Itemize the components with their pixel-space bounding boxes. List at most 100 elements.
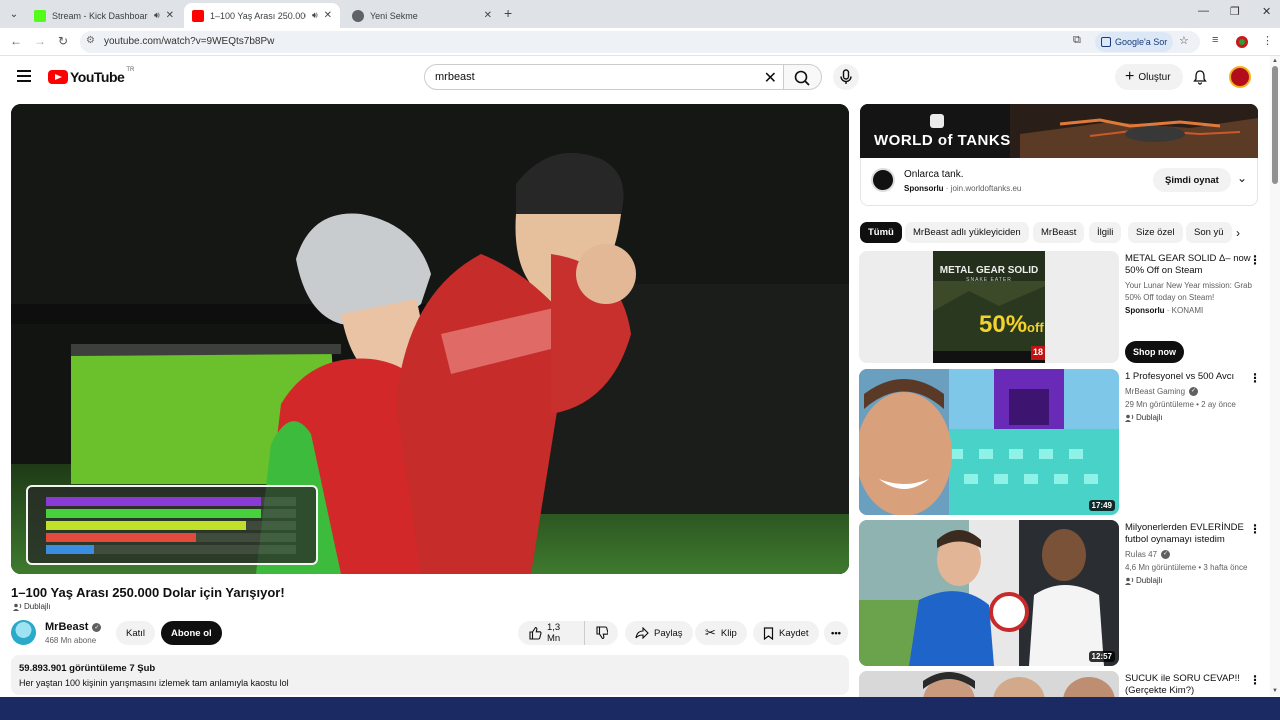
minimize-icon[interactable]: — bbox=[1198, 5, 1209, 17]
description-text: Her yaştan 100 kişinin yarışmasını izlem… bbox=[19, 678, 289, 688]
clip-button[interactable]: ✂ Klip bbox=[695, 621, 747, 645]
tab-new-tab[interactable]: Yeni Sekme ✕ bbox=[344, 3, 500, 28]
dislike-button[interactable] bbox=[584, 621, 618, 645]
chip-label: MrBeast bbox=[1041, 227, 1077, 238]
scroll-up-icon[interactable]: ▲ bbox=[1272, 58, 1278, 64]
tab-kick-dashboard[interactable]: Stream - Kick Dashboard 🔊︎ ✕ bbox=[26, 3, 182, 28]
speaker-icon[interactable]: 🔊︎ bbox=[154, 10, 160, 21]
youtube-play-logo-icon bbox=[48, 70, 68, 84]
site-info-icon[interactable]: ⚙ bbox=[86, 35, 95, 46]
play-now-button[interactable]: Şimdi oynat bbox=[1153, 168, 1231, 192]
more-actions-button[interactable]: ••• bbox=[824, 621, 848, 645]
rec-video[interactable]: SUCUK ile SORU CEVAP!! (Gerçekte Kim?) ⋮ bbox=[859, 671, 1269, 697]
chip-recent[interactable]: Son yü bbox=[1186, 222, 1232, 243]
rec-menu-icon[interactable]: ⋮ bbox=[1249, 522, 1261, 536]
close-window-icon[interactable]: ✕ bbox=[1262, 5, 1271, 18]
chevron-right-icon[interactable]: › bbox=[1236, 226, 1240, 240]
reload-icon[interactable]: ↻ bbox=[58, 34, 68, 48]
rec-video[interactable]: 17:49 1 Profesyonel vs 500 Avcı MrBeast … bbox=[859, 369, 1269, 515]
close-tab-icon[interactable]: ✕ bbox=[484, 10, 492, 21]
hamburger-menu-icon[interactable] bbox=[17, 70, 31, 85]
back-arrow-icon[interactable]: ← bbox=[10, 34, 22, 48]
install-app-icon[interactable]: ⧉ bbox=[1073, 34, 1081, 47]
rec-video[interactable]: 12:57 Milyonerlerden EVLERİNDE futbol oy… bbox=[859, 520, 1269, 666]
description-box[interactable]: 59.893.901 görüntüleme 7 Şub Her yaştan … bbox=[11, 655, 849, 695]
restore-icon[interactable]: ❐ bbox=[1230, 5, 1240, 18]
reading-list-icon[interactable]: ≡ bbox=[1212, 34, 1218, 46]
subscribe-button[interactable]: Abone ol bbox=[161, 621, 222, 645]
faces-thumbnail-art bbox=[859, 671, 1119, 697]
rec-menu-icon[interactable]: ⋮ bbox=[1249, 253, 1261, 267]
lens-icon bbox=[1101, 37, 1111, 47]
rec-menu-icon[interactable]: ⋮ bbox=[1249, 371, 1261, 385]
share-button[interactable]: Paylaş bbox=[625, 621, 693, 645]
join-button[interactable]: Katıl bbox=[116, 621, 156, 645]
football-thumbnail-art bbox=[859, 520, 1119, 666]
channel-name-link[interactable]: MrBeast ✓ bbox=[45, 621, 102, 633]
clear-search-icon[interactable]: ✕ bbox=[764, 68, 777, 88]
new-tab-plus-icon[interactable]: + bbox=[504, 5, 512, 21]
search-button[interactable] bbox=[784, 64, 822, 90]
chip-label: Son yü bbox=[1194, 227, 1224, 238]
chevron-down-icon[interactable]: ⌄ bbox=[1237, 171, 1247, 185]
rec-info: 1 Profesyonel vs 500 Avcı MrBeast Gaming… bbox=[1125, 371, 1253, 422]
page-scrollbar[interactable]: ▲ ▼ bbox=[1270, 56, 1280, 696]
search-input[interactable]: mrbeast ✕ bbox=[424, 64, 784, 90]
chip-mrbeast[interactable]: MrBeast bbox=[1033, 222, 1085, 243]
channel-avatar[interactable] bbox=[11, 620, 36, 645]
ad-banner-image[interactable]: WORLD of TANKS bbox=[860, 104, 1258, 158]
rec-thumbnail[interactable]: METAL GEAR SOLID SNAKE EATER 50%off 18 bbox=[859, 251, 1119, 363]
rec-title[interactable]: 1 Profesyonel vs 500 Avcı bbox=[1125, 371, 1253, 383]
like-button[interactable]: 1,3 Mn bbox=[518, 621, 584, 645]
forward-arrow-icon[interactable]: → bbox=[34, 34, 46, 48]
level-bar-red bbox=[46, 533, 296, 542]
save-button[interactable]: Kaydet bbox=[753, 621, 819, 645]
join-label: Katıl bbox=[126, 627, 146, 639]
rec-channel[interactable]: Ruİas 47 ✓ bbox=[1125, 548, 1253, 561]
profile-icon[interactable] bbox=[1236, 36, 1248, 48]
rec-sponsor-line: Sponsorlu · KONAMI bbox=[1125, 306, 1204, 315]
notifications-bell-icon[interactable] bbox=[1192, 69, 1208, 85]
tab-youtube-video[interactable]: 1–100 Yaş Arası 250.000 Do 🔊︎ ✕ bbox=[184, 3, 340, 28]
account-avatar[interactable] bbox=[1229, 66, 1251, 88]
chip-related[interactable]: İlgili bbox=[1089, 222, 1122, 243]
video-player[interactable] bbox=[11, 104, 849, 574]
rec-menu-icon[interactable]: ⋮ bbox=[1249, 673, 1261, 687]
chip-label: İlgili bbox=[1097, 227, 1114, 238]
scrollbar-thumb[interactable] bbox=[1272, 66, 1278, 184]
speaker-icon[interactable]: 🔊︎ bbox=[312, 10, 318, 21]
scroll-down-icon[interactable]: ▼ bbox=[1272, 688, 1278, 694]
tab-search-chevron-icon[interactable]: ⌄ bbox=[6, 6, 22, 22]
duration-badge: 12:57 bbox=[1088, 651, 1115, 662]
youtube-logo[interactable]: YouTube TR bbox=[48, 67, 134, 85]
google-ask-button[interactable]: Google'a Sor bbox=[1095, 32, 1174, 52]
rec-title[interactable]: SUCUK ile SORU CEVAP!! (Gerçekte Kim?) bbox=[1125, 673, 1253, 697]
like-count: 1,3 Mn bbox=[547, 622, 561, 644]
youtube-header: YouTube TR mrbeast ✕ + Oluştur bbox=[0, 56, 1270, 98]
chip-for-you[interactable]: Size özel bbox=[1128, 222, 1183, 243]
create-button[interactable]: + Oluştur bbox=[1115, 64, 1183, 90]
close-tab-icon[interactable]: ✕ bbox=[166, 10, 174, 21]
rec-thumbnail[interactable] bbox=[859, 671, 1119, 697]
rec-channel[interactable]: MrBeast Gaming ✓ bbox=[1125, 385, 1253, 398]
rec-thumbnail[interactable]: 17:49 bbox=[859, 369, 1119, 515]
sponsored-rec[interactable]: METAL GEAR SOLID SNAKE EATER 50%off 18 M… bbox=[859, 251, 1269, 363]
chip-all[interactable]: Tümü bbox=[860, 222, 902, 243]
rec-title[interactable]: METAL GEAR SOLID Δ– now 50% Off on Steam bbox=[1125, 253, 1253, 277]
save-label: Kaydet bbox=[779, 627, 809, 639]
chip-from-uploader[interactable]: MrBeast adlı yükleyiciden bbox=[905, 222, 1029, 243]
rec-title[interactable]: Milyonerlerden EVLERİNDE futbol oynamayı… bbox=[1125, 522, 1253, 546]
close-tab-icon[interactable]: ✕ bbox=[324, 10, 332, 21]
level-bar-purple bbox=[46, 497, 296, 506]
rec-thumbnail[interactable]: 12:57 bbox=[859, 520, 1119, 666]
menu-kebab-icon[interactable]: ⋮ bbox=[1262, 34, 1273, 47]
microphone-icon bbox=[840, 69, 852, 84]
minecraft-thumbnail-art bbox=[859, 369, 1119, 515]
verified-check-icon: ✓ bbox=[1161, 550, 1171, 559]
voice-search-button[interactable] bbox=[833, 64, 859, 90]
address-bar[interactable]: ⚙ youtube.com/watch?v=9WEQts7b8Pw bbox=[80, 31, 1200, 53]
bookmark-star-icon[interactable]: ☆ bbox=[1179, 34, 1189, 47]
shop-now-button[interactable]: Shop now bbox=[1125, 341, 1184, 363]
ad-card[interactable]: Onlarca tank. Sponsorlu · join.worldofta… bbox=[860, 158, 1258, 206]
ad-title: Onlarca tank. bbox=[904, 169, 964, 180]
